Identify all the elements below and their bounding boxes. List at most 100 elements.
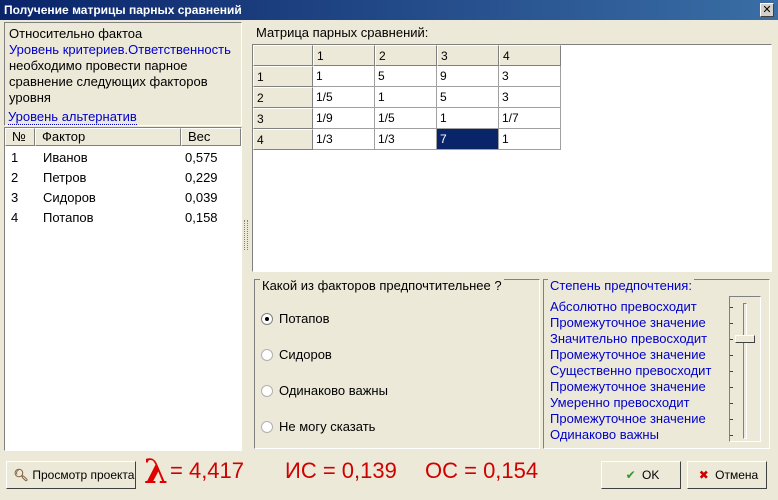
lambda-symbol: λ [144,452,168,492]
matrix-row-header[interactable]: 3 [253,108,313,129]
column-header-factor[interactable]: Фактор [35,128,181,146]
factor-name: Потапов [43,210,94,225]
radio-label: Сидоров [279,347,332,362]
question-title: Какой из факторов предпочтительнее ? [260,278,504,293]
preference-level[interactable]: Существенно превосходит [550,363,711,379]
radio-button-icon[interactable] [261,385,273,397]
preference-degree-group: Степень предпочтения: Абсолютно превосхо… [543,278,770,449]
matrix-cell[interactable]: 3 [499,87,561,108]
preference-level[interactable]: Значительно превосходит [550,331,707,347]
panel-splitter[interactable] [244,220,248,250]
slider-thumb[interactable] [735,335,755,343]
preference-level[interactable]: Промежуточное значение [550,315,706,331]
slider-groove [743,303,747,439]
matrix-cell[interactable]: 1 [375,87,437,108]
info-line-1: Относительно фактоа [9,26,143,41]
consistency-index: ИС = 0,139 [285,458,397,483]
matrix-cell[interactable]: 1 [313,66,375,87]
comparison-matrix: 1 2 3 4 1 1 5 9 3 2 1/5 1 5 3 3 1/9 1/5 1 1/7 4 1/3 1/3 7 1 [252,44,772,272]
factor-list: № Фактор Вес 1 Иванов 0,575 2 Петров 0,2… [4,127,242,451]
preference-level[interactable]: Промежуточное значение [550,347,706,363]
slider-tick [730,387,733,388]
radio-option-potapov[interactable]: Потапов [261,310,330,328]
preference-level[interactable]: Промежуточное значение [550,379,706,395]
column-header-num[interactable]: № [5,128,35,146]
factor-weight: 0,158 [185,210,218,225]
radio-label: Одинаково важны [279,383,388,398]
preference-level[interactable]: Абсолютно превосходит [550,299,697,315]
matrix-cell[interactable]: 5 [437,87,499,108]
radio-button-icon[interactable] [261,313,273,325]
slider-tick [730,435,733,436]
matrix-cell[interactable]: 1 [437,108,499,129]
matrix-corner-cell [253,45,313,66]
factor-num: 2 [11,170,19,185]
matrix-col-header[interactable]: 4 [499,45,561,66]
list-item[interactable]: 4 Потапов 0,158 [5,208,241,228]
matrix-row-header[interactable]: 4 [253,129,313,150]
title-bar: Получение матрицы парных сравнений ✕ [0,0,778,20]
matrix-col-header[interactable]: 2 [375,45,437,66]
radio-option-unknown[interactable]: Не могу сказать [261,418,375,436]
lambda-value: = 4,417 [170,458,245,483]
factor-name: Иванов [43,150,88,165]
matrix-col-header[interactable]: 3 [437,45,499,66]
magnifier-icon: 🔍︎ [13,468,29,482]
info-line-3: необходимо провести парное [9,58,188,73]
preference-level[interactable]: Умеренно превосходит [550,395,690,411]
matrix-cell[interactable]: 3 [499,66,561,87]
column-header-weight[interactable]: Вес [181,128,241,146]
matrix-cell[interactable]: 9 [437,66,499,87]
radio-button-icon[interactable] [261,421,273,433]
factor-name: Сидоров [43,190,96,205]
factor-weight: 0,575 [185,150,218,165]
matrix-row-header[interactable]: 2 [253,87,313,108]
cross-icon: ✖ [698,468,709,482]
factor-weight: 0,229 [185,170,218,185]
preference-title: Степень предпочтения: [548,278,694,293]
matrix-cell[interactable]: 1/7 [499,108,561,129]
slider-tick [730,339,733,340]
preference-level[interactable]: Промежуточное значение [550,411,706,427]
radio-button-icon[interactable] [261,349,273,361]
ok-label: OK [642,468,660,482]
preference-question-group: Какой из факторов предпочтительнее ? Пот… [254,278,540,449]
matrix-cell[interactable]: 1/5 [313,87,375,108]
radio-option-sidorov[interactable]: Сидоров [261,346,332,364]
consistency-ratio: ОС = 0,154 [425,458,539,483]
radio-label: Потапов [279,311,330,326]
preview-project-label: Просмотр проекта [32,468,135,482]
matrix-cell[interactable]: 7 [437,129,499,150]
slider-tick [730,371,733,372]
matrix-row-header[interactable]: 1 [253,66,313,87]
factor-num: 1 [11,150,19,165]
checkmark-icon: ✔ [625,468,636,482]
list-item[interactable]: 1 Иванов 0,575 [5,148,241,168]
ok-button[interactable]: ✔ OK [601,461,681,489]
matrix-col-header[interactable]: 1 [313,45,375,66]
matrix-cell[interactable]: 1/3 [375,129,437,150]
dialog-window: Получение матрицы парных сравнений ✕ Отн… [0,0,778,500]
window-title: Получение матрицы парных сравнений [4,3,242,17]
matrix-cell[interactable]: 1/3 [313,129,375,150]
radio-label: Не могу сказать [279,419,376,434]
info-line-5: уровня [9,90,51,105]
preference-level[interactable]: Одинаково важны [550,427,659,443]
cancel-label: Отмена [715,468,759,482]
list-item[interactable]: 2 Петров 0,229 [5,168,241,188]
close-button[interactable]: ✕ [760,3,774,17]
alternatives-level-link[interactable]: Уровень альтернатив [8,109,137,125]
info-line-4: сравнение следующих факторов [9,74,208,89]
preview-project-button[interactable]: 🔍︎ Просмотр проекта [6,461,136,489]
radio-option-equal[interactable]: Одинаково важны [261,382,388,400]
matrix-cell[interactable]: 1/9 [313,108,375,129]
preference-slider[interactable] [729,296,761,442]
matrix-cell[interactable]: 5 [375,66,437,87]
slider-tick [730,355,733,356]
list-item[interactable]: 3 Сидоров 0,039 [5,188,241,208]
matrix-cell[interactable]: 1 [499,129,561,150]
criteria-level-link[interactable]: Уровень критериев.Ответственность [9,42,237,58]
matrix-title: Матрица парных сравнений: [256,25,429,40]
matrix-cell[interactable]: 1/5 [375,108,437,129]
cancel-button[interactable]: ✖ Отмена [687,461,767,489]
